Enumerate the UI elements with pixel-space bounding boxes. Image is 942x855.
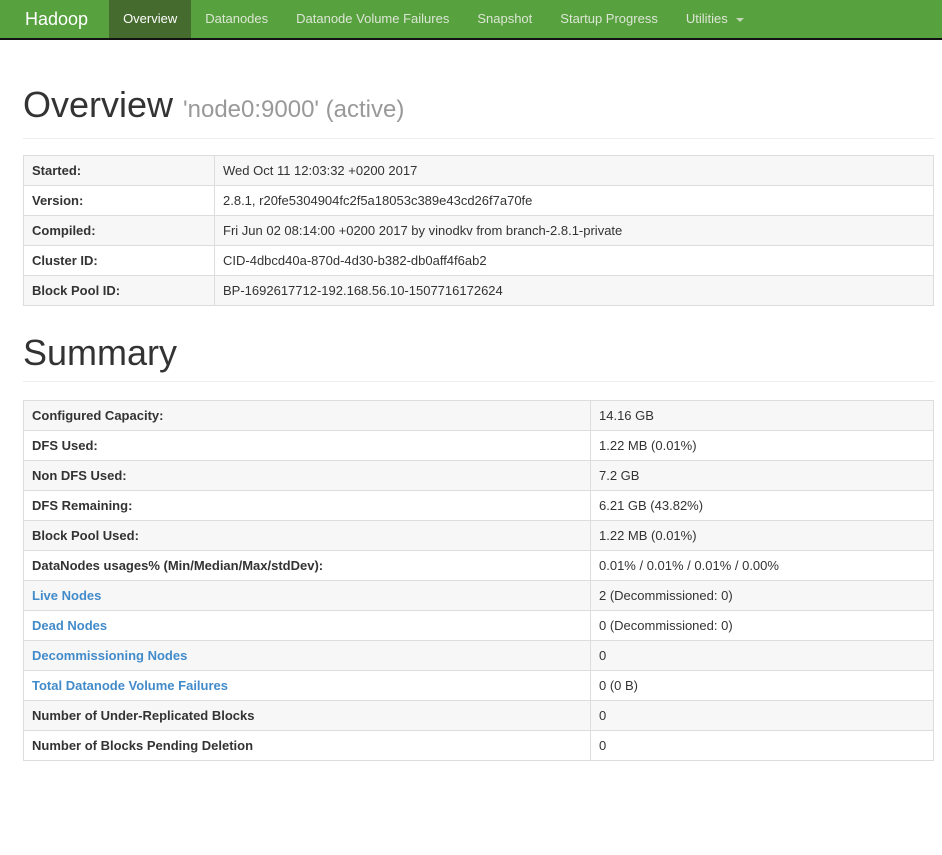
nav-tabs: Overview Datanodes Datanode Volume Failu… (109, 0, 758, 38)
summary-table: Configured Capacity: 14.16 GB DFS Used: … (23, 400, 934, 761)
nav-tab-label: Snapshot (477, 11, 533, 26)
divider (23, 138, 934, 139)
nav-tab-label: Overview (123, 11, 178, 26)
row-value: 1.22 MB (0.01%) (590, 430, 934, 461)
summary-header: Summary (23, 334, 934, 382)
row-label: Non DFS Used: (23, 460, 591, 491)
brand-link[interactable]: Hadoop (0, 0, 109, 38)
row-value: CID-4dbcd40a-870d-4d30-b382-db0aff4f6ab2 (214, 245, 934, 276)
row-label-link[interactable]: Decommissioning Nodes (23, 640, 591, 671)
page-subtitle: 'node0:9000' (active) (183, 96, 405, 123)
row-value: 0 (590, 730, 934, 761)
summary-title: Summary (23, 332, 178, 373)
row-label: Started: (23, 155, 215, 186)
row-value: 6.21 GB (43.82%) (590, 490, 934, 521)
divider (23, 381, 934, 382)
table-row: Dead Nodes 0 (Decommissioned: 0) (23, 610, 934, 641)
cluster-info-table: Started: Wed Oct 11 12:03:32 +0200 2017 … (23, 155, 934, 306)
row-label: Configured Capacity: (23, 400, 591, 431)
nav-tab-snapshot[interactable]: Snapshot (463, 0, 546, 38)
nav-tab-overview[interactable]: Overview (109, 0, 192, 38)
row-value: 2.8.1, r20fe5304904fc2f5a18053c389e43cd2… (214, 185, 934, 216)
row-label: Number of Under-Replicated Blocks (23, 700, 591, 731)
row-value: 0 (590, 700, 934, 731)
row-value: 1.22 MB (0.01%) (590, 520, 934, 551)
row-value: 0.01% / 0.01% / 0.01% / 0.00% (590, 550, 934, 581)
table-row: Number of Under-Replicated Blocks 0 (23, 700, 934, 731)
row-value: 0 (0 B) (590, 670, 934, 701)
nav-tab-datanode-volume-failures[interactable]: Datanode Volume Failures (282, 0, 463, 38)
table-row: Non DFS Used: 7.2 GB (23, 460, 934, 491)
page-title-text: Overview (23, 84, 174, 125)
nav-tab-label: Startup Progress (560, 11, 658, 26)
row-value: 0 (590, 640, 934, 671)
page-title: Overview 'node0:9000' (active) (23, 86, 934, 129)
row-label: Compiled: (23, 215, 215, 246)
table-row: Configured Capacity: 14.16 GB (23, 400, 934, 431)
table-row: Compiled: Fri Jun 02 08:14:00 +0200 2017… (23, 215, 934, 246)
page-header: Overview 'node0:9000' (active) (23, 86, 934, 139)
table-row: DataNodes usages% (Min/Median/Max/stdDev… (23, 550, 934, 581)
row-label-link[interactable]: Dead Nodes (23, 610, 591, 641)
nav-tab-utilities[interactable]: Utilities (672, 0, 759, 38)
row-value: BP-1692617712-192.168.56.10-150771617262… (214, 275, 934, 306)
table-row: Decommissioning Nodes 0 (23, 640, 934, 671)
table-row: Live Nodes 2 (Decommissioned: 0) (23, 580, 934, 611)
row-label: DFS Remaining: (23, 490, 591, 521)
row-label: Block Pool ID: (23, 275, 215, 306)
main-content: Overview 'node0:9000' (active) Started: … (23, 86, 934, 761)
row-label: Cluster ID: (23, 245, 215, 276)
row-label: DFS Used: (23, 430, 591, 461)
row-label: Number of Blocks Pending Deletion (23, 730, 591, 761)
row-value: 14.16 GB (590, 400, 934, 431)
table-row: Block Pool Used: 1.22 MB (0.01%) (23, 520, 934, 551)
row-value: Fri Jun 02 08:14:00 +0200 2017 by vinodk… (214, 215, 934, 246)
nav-tab-label: Utilities (685, 11, 728, 26)
table-row: Version: 2.8.1, r20fe5304904fc2f5a18053c… (23, 185, 934, 216)
table-row: DFS Remaining: 6.21 GB (43.82%) (23, 490, 934, 521)
table-row: Number of Blocks Pending Deletion 0 (23, 730, 934, 761)
table-row: Block Pool ID: BP-1692617712-192.168.56.… (23, 275, 934, 306)
nav-tab-startup-progress[interactable]: Startup Progress (546, 0, 672, 38)
row-value: 2 (Decommissioned: 0) (590, 580, 934, 611)
row-label: Version: (23, 185, 215, 216)
table-row: Started: Wed Oct 11 12:03:32 +0200 2017 (23, 155, 934, 186)
row-value: 7.2 GB (590, 460, 934, 491)
table-row: DFS Used: 1.22 MB (0.01%) (23, 430, 934, 461)
row-value: 0 (Decommissioned: 0) (590, 610, 934, 641)
navbar: Hadoop Overview Datanodes Datanode Volum… (0, 0, 942, 40)
nav-tab-label: Datanodes (205, 11, 269, 26)
row-value: Wed Oct 11 12:03:32 +0200 2017 (214, 155, 934, 186)
caret-down-icon (736, 17, 745, 22)
row-label-link[interactable]: Total Datanode Volume Failures (23, 670, 591, 701)
table-row: Total Datanode Volume Failures 0 (0 B) (23, 670, 934, 701)
row-label: Block Pool Used: (23, 520, 591, 551)
nav-tab-label: Datanode Volume Failures (296, 11, 450, 26)
row-label: DataNodes usages% (Min/Median/Max/stdDev… (23, 550, 591, 581)
row-label-link[interactable]: Live Nodes (23, 580, 591, 611)
table-row: Cluster ID: CID-4dbcd40a-870d-4d30-b382-… (23, 245, 934, 276)
nav-tab-datanodes[interactable]: Datanodes (191, 0, 282, 38)
